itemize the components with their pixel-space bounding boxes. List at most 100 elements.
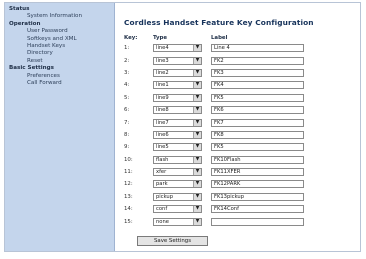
key-type-value: line8 [156, 107, 169, 114]
chevron-down-icon[interactable]: ▼ [193, 57, 201, 64]
key-type-select[interactable]: line9 ▼ [153, 93, 202, 102]
key-type-value: line9 [156, 94, 169, 101]
table-row: 3: line2 ▼ FK3 [122, 67, 351, 79]
table-row: 9: line5 ▼ FK5 [122, 141, 351, 153]
key-type-select[interactable]: line2 ▼ [153, 68, 202, 77]
column-header-label: Label [211, 35, 228, 41]
table-header-row: Key: Type Label [122, 34, 351, 42]
key-type-select[interactable]: pickup ▼ [153, 192, 202, 201]
key-type-value: line5 [156, 144, 169, 151]
chevron-down-icon[interactable]: ▼ [193, 69, 201, 76]
sidebar-item-softkeys-and-xml[interactable]: Softkeys and XML [5, 36, 114, 43]
key-number: 12: [124, 181, 133, 188]
table-row: 12: park ▼ FK12PARK [122, 178, 351, 190]
table-row: 6: line8 ▼ FK6 [122, 104, 351, 116]
key-type-select[interactable]: xfer ▼ [153, 168, 202, 177]
sidebar-item-directory[interactable]: Directory [5, 50, 114, 57]
main-content: Cordless Handset Feature Key Configurati… [122, 3, 360, 251]
table-row: 4: line1 ▼ FK4 [122, 79, 351, 91]
sidebar-item-handset-keys[interactable]: Handset Keys [5, 43, 114, 50]
key-type-value: flash [156, 156, 169, 163]
table-row: 10: flash ▼ FK10Flash [122, 154, 351, 166]
key-type-select[interactable]: line3 ▼ [153, 56, 202, 65]
key-type-select[interactable]: line4 ▼ [153, 44, 202, 53]
key-label-input[interactable]: FK5 [211, 143, 304, 152]
chevron-down-icon[interactable]: ▼ [193, 131, 201, 138]
save-settings-button[interactable]: Save Settings [137, 236, 208, 246]
sidebar-item-reset[interactable]: Reset [5, 58, 114, 65]
key-type-value: xfer [156, 169, 167, 176]
key-type-select[interactable]: conf ▼ [153, 205, 202, 214]
chevron-down-icon[interactable]: ▼ [193, 193, 201, 200]
key-label-input[interactable]: FK5 [211, 93, 304, 102]
sidebar-item-preferences[interactable]: Preferences [5, 73, 114, 80]
table-row: 5: line9 ▼ FK5 [122, 92, 351, 104]
key-label-input[interactable]: FK13pickup [211, 192, 304, 201]
key-type-value: line1 [156, 82, 169, 89]
column-header-type: Type [153, 35, 168, 41]
table-row: 1: line4 ▼ Line 4 [122, 42, 351, 54]
key-label-input[interactable]: FK10Flash [211, 155, 304, 164]
key-type-select[interactable]: line6 ▼ [153, 130, 202, 139]
chevron-down-icon[interactable]: ▼ [193, 107, 201, 114]
key-label-input[interactable]: FK8 [211, 130, 304, 139]
table-row: 13: pickup ▼ FK13pickup [122, 191, 351, 203]
key-number: 8: [124, 131, 130, 138]
table-row: 2: line3 ▼ FK2 [122, 54, 351, 66]
key-label-input[interactable] [211, 217, 304, 226]
chevron-down-icon[interactable]: ▼ [193, 156, 201, 163]
sidebar-section-basic-settings: Basic Settings [9, 65, 54, 72]
key-type-select[interactable]: flash ▼ [153, 155, 202, 164]
key-type-select[interactable]: line1 ▼ [153, 81, 202, 90]
key-type-select[interactable]: park ▼ [153, 180, 202, 189]
key-number: 9: [124, 144, 130, 151]
key-type-select[interactable]: none ▼ [153, 217, 202, 226]
key-type-value: pickup [156, 193, 174, 200]
key-number: 10: [124, 156, 133, 163]
key-number: 13: [124, 193, 133, 200]
chevron-down-icon[interactable]: ▼ [193, 218, 201, 225]
chevron-down-icon[interactable]: ▼ [193, 181, 201, 188]
key-type-select[interactable]: line5 ▼ [153, 143, 202, 152]
sidebar-section-operation: Operation [9, 20, 41, 27]
chevron-down-icon[interactable]: ▼ [193, 45, 201, 52]
key-label-input[interactable]: FK4 [211, 81, 304, 90]
key-type-select[interactable]: line8 ▼ [153, 106, 202, 115]
key-number: 11: [124, 169, 133, 176]
chevron-down-icon[interactable]: ▼ [193, 144, 201, 151]
sidebar-section-status: Status [9, 6, 30, 12]
page-title: Cordless Handset Feature Key Configurati… [124, 18, 314, 27]
key-label-input[interactable]: FK2 [211, 56, 304, 65]
key-type-value: conf [156, 206, 168, 213]
key-label-input[interactable]: Line 4 [211, 44, 304, 53]
sidebar-item-user-password[interactable]: User Password [5, 28, 114, 35]
sidebar-item-call-forward[interactable]: Call Forward [5, 80, 114, 87]
key-type-value: none [156, 218, 169, 225]
key-number: 15: [124, 218, 133, 225]
table-row: 7: line7 ▼ FK7 [122, 116, 351, 128]
key-number: 3: [124, 69, 130, 76]
key-label-input[interactable]: FK7 [211, 118, 304, 127]
column-header-key: Key: [124, 35, 138, 41]
chevron-down-icon[interactable]: ▼ [193, 206, 201, 213]
table-row: 8: line6 ▼ FK8 [122, 129, 351, 141]
key-type-value: line6 [156, 131, 169, 138]
key-label-input[interactable]: FK3 [211, 68, 304, 77]
key-type-value: line4 [156, 45, 169, 52]
chevron-down-icon[interactable]: ▼ [193, 82, 201, 89]
key-type-select[interactable]: line7 ▼ [153, 118, 202, 127]
table-row: 14: conf ▼ FK14Conf [122, 203, 351, 215]
key-number: 1: [124, 45, 130, 52]
chevron-down-icon[interactable]: ▼ [193, 119, 201, 126]
key-label-input[interactable]: FK14Conf [211, 205, 304, 214]
sidebar-item-system-information[interactable]: System Information [5, 13, 114, 20]
chevron-down-icon[interactable]: ▼ [193, 169, 201, 176]
page-frame: Status System Information Operation User… [4, 2, 361, 252]
key-type-value: line3 [156, 57, 169, 64]
key-label-input[interactable]: FK11XFER [211, 168, 304, 177]
key-number: 14: [124, 206, 133, 213]
chevron-down-icon[interactable]: ▼ [193, 94, 201, 101]
sidebar-nav: Status System Information Operation User… [5, 3, 115, 251]
key-label-input[interactable]: FK6 [211, 106, 304, 115]
key-label-input[interactable]: FK12PARK [211, 180, 304, 189]
